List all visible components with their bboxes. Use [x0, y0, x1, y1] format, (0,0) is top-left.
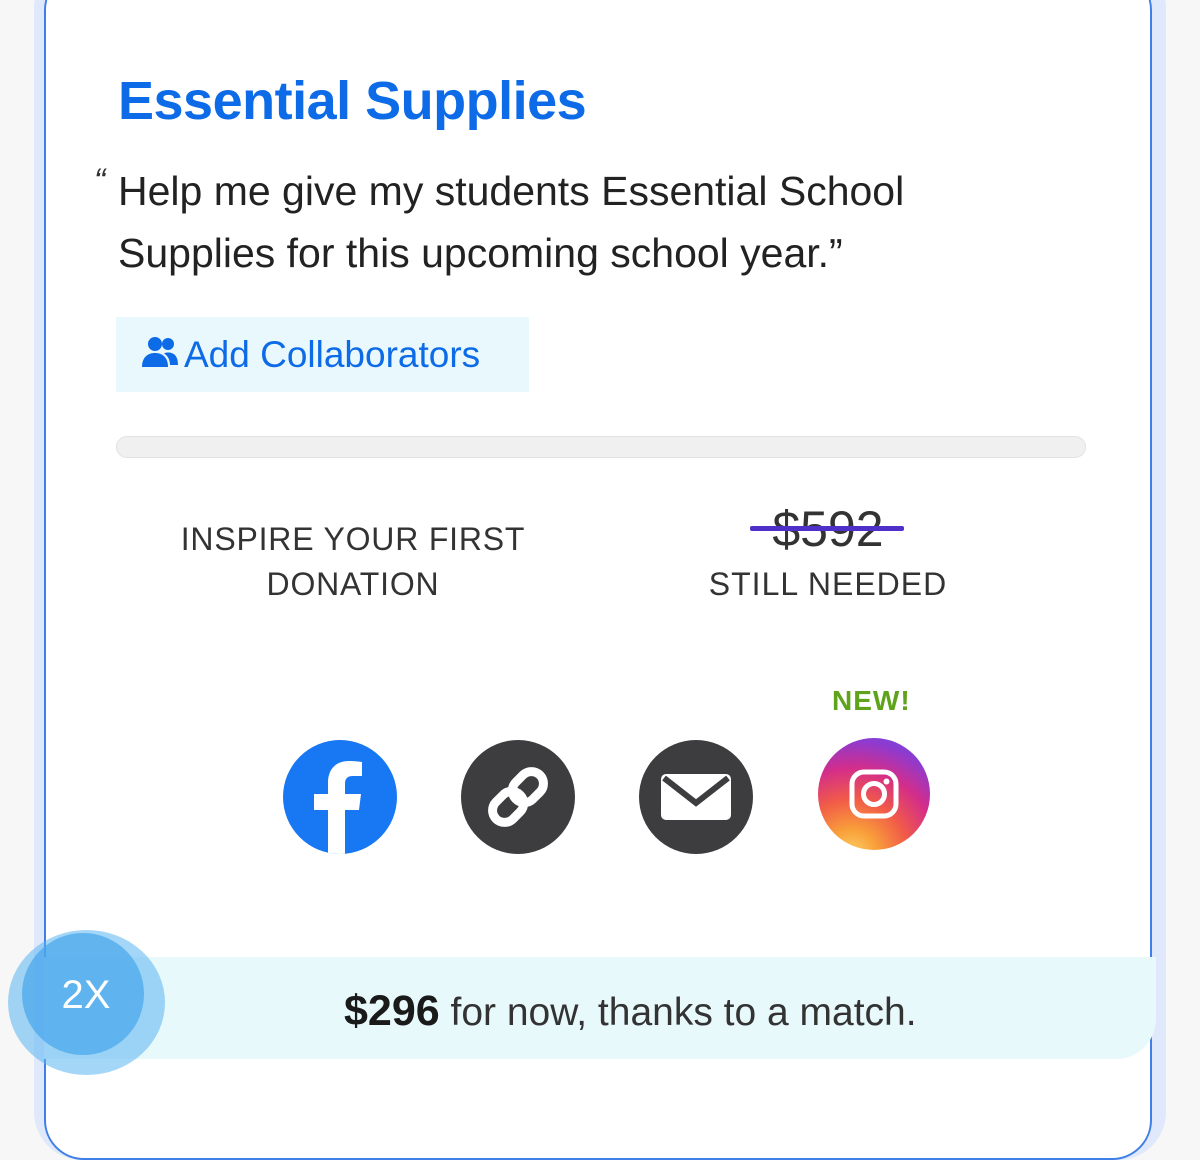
copy-link-button[interactable] [461, 740, 575, 854]
facebook-share-button[interactable] [283, 740, 397, 854]
instagram-share-button[interactable] [818, 738, 930, 850]
link-icon [461, 740, 575, 854]
quote-open-mark: “ [94, 162, 106, 200]
add-collaborators-button[interactable]: Add Collaborators [116, 317, 529, 392]
match-badge-label: 2X [61, 973, 111, 1017]
new-badge: NEW! [832, 685, 911, 716]
add-collaborators-label: Add Collaborators [184, 333, 481, 375]
still-needed-block: $592 STILL NEEDED [668, 502, 988, 603]
project-quote: Help me give my students Essential Schoo… [118, 168, 905, 276]
original-amount: $592 [750, 502, 904, 556]
match-amount: $296 [344, 987, 440, 1035]
strikethrough-line [750, 526, 904, 531]
still-needed-label: STILL NEEDED [708, 566, 948, 602]
funding-progress-bar [116, 436, 1086, 458]
facebook-icon [283, 740, 397, 854]
users-icon [142, 335, 178, 374]
inspire-donation-text: INSPIRE YOUR FIRST DONATION [180, 521, 526, 602]
project-title[interactable]: Essential Supplies [118, 74, 587, 128]
instagram-icon [818, 738, 930, 850]
match-banner: $296 for now, thanks to a match. [44, 957, 1156, 1059]
match-text: $296 for now, thanks to a match. [344, 987, 917, 1036]
email-icon [639, 740, 753, 854]
email-share-button[interactable] [639, 740, 753, 854]
match-description: for now, thanks to a match. [439, 991, 917, 1034]
